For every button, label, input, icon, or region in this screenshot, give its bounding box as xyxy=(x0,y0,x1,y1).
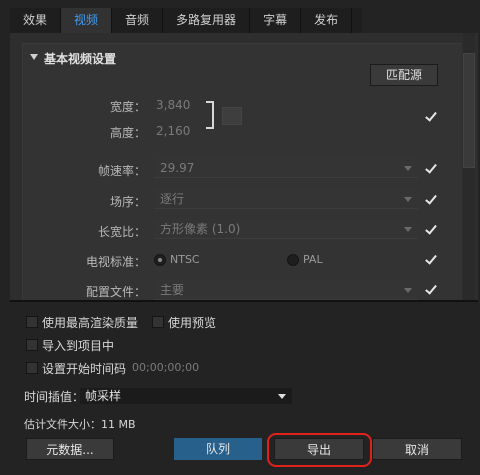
time-interpolation-value: 帧采样 xyxy=(85,389,122,403)
width-value[interactable]: 3,840 xyxy=(156,98,190,112)
collapse-arrow-icon[interactable] xyxy=(30,54,38,60)
aspect-dropdown[interactable]: 方形像素 (1.0) xyxy=(154,219,418,239)
link-icon[interactable] xyxy=(222,107,242,125)
tab-audio[interactable]: 音频 xyxy=(112,8,164,33)
chevron-down-icon xyxy=(404,288,412,293)
time-interpolation-label: 时间插值： xyxy=(24,390,85,404)
chevron-down-icon xyxy=(278,394,286,399)
pal-label: PAL xyxy=(303,253,323,266)
pal-radio[interactable] xyxy=(287,254,299,266)
width-height-checkbox[interactable] xyxy=(424,110,438,124)
estimated-file-size: 估计文件大小：11 MB xyxy=(24,418,136,431)
export-highlight-outline xyxy=(267,433,372,467)
width-label: 宽度： xyxy=(109,100,146,114)
tv-standard-checkbox[interactable] xyxy=(424,253,438,267)
field-order-label: 场序： xyxy=(109,195,146,209)
framerate-value: 29.97 xyxy=(160,161,195,175)
max-render-quality-checkbox[interactable] xyxy=(26,316,38,328)
scrollbar-thumb[interactable] xyxy=(463,53,475,168)
tab-captions[interactable]: 字幕 xyxy=(250,8,302,33)
height-label: 高度： xyxy=(109,126,146,140)
tv-standard-label: 电视标准： xyxy=(85,255,146,269)
chevron-down-icon xyxy=(404,197,412,202)
queue-button[interactable]: 队列 xyxy=(174,438,262,460)
framerate-dropdown[interactable]: 29.97 xyxy=(154,158,418,178)
metadata-button[interactable]: 元数据... xyxy=(26,438,114,460)
section-title: 基本视频设置 xyxy=(44,52,117,66)
chevron-down-icon xyxy=(404,166,412,171)
aspect-value: 方形像素 (1.0) xyxy=(160,222,241,236)
link-bracket xyxy=(206,101,214,129)
use-previews-label: 使用预览 xyxy=(168,316,217,330)
profile-value: 主要 xyxy=(160,283,185,297)
tab-bar: 效果 视频 音频 多路复用器 字幕 发布 xyxy=(10,8,362,33)
tab-effects[interactable]: 效果 xyxy=(10,8,62,33)
time-interpolation-dropdown[interactable]: 帧采样 xyxy=(80,388,292,404)
ntsc-radio[interactable] xyxy=(154,254,166,266)
set-start-timecode-checkbox[interactable] xyxy=(26,362,38,374)
aspect-checkbox[interactable] xyxy=(424,223,438,237)
profile-dropdown[interactable]: 主要 xyxy=(154,280,418,300)
cancel-button[interactable]: 取消 xyxy=(372,438,462,460)
field-order-dropdown[interactable]: 逐行 xyxy=(154,189,418,209)
tab-video[interactable]: 视频 xyxy=(61,8,113,33)
set-start-timecode-label: 设置开始时间码 xyxy=(42,362,127,376)
field-order-value: 逐行 xyxy=(160,192,185,206)
import-into-project-label: 导入到项目中 xyxy=(42,339,115,353)
field-order-checkbox[interactable] xyxy=(424,193,438,207)
tab-multiplexer[interactable]: 多路复用器 xyxy=(163,8,251,33)
framerate-label: 帧速率： xyxy=(97,164,146,178)
use-previews-checkbox[interactable] xyxy=(152,316,164,328)
framerate-checkbox[interactable] xyxy=(424,162,438,176)
ntsc-label: NTSC xyxy=(170,253,200,266)
match-source-button[interactable]: 匹配源 xyxy=(370,64,438,86)
tab-publish[interactable]: 发布 xyxy=(301,8,353,33)
chevron-down-icon xyxy=(404,227,412,232)
aspect-label: 长宽比： xyxy=(97,225,146,239)
profile-checkbox[interactable] xyxy=(424,283,438,297)
height-value[interactable]: 2,160 xyxy=(156,124,190,138)
timecode-value[interactable]: 00;00;00;00 xyxy=(132,361,199,374)
import-into-project-checkbox[interactable] xyxy=(26,339,38,351)
max-render-quality-label: 使用最高渲染质量 xyxy=(42,316,139,330)
profile-label: 配置文件： xyxy=(85,285,146,299)
